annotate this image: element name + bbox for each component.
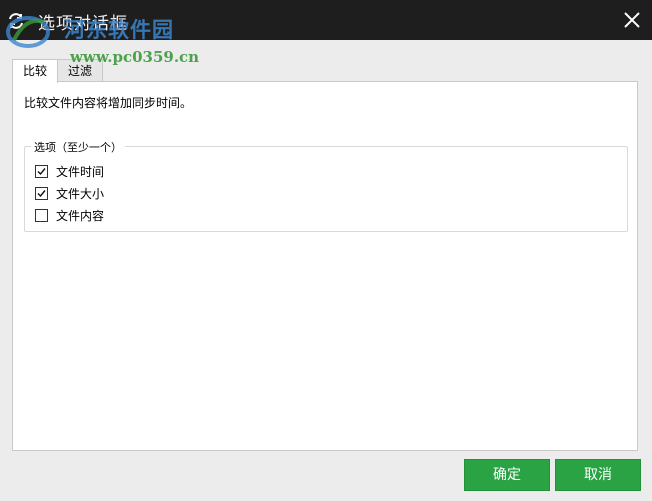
file-size-checkbox[interactable] bbox=[35, 187, 48, 200]
title-bar: 选项对话框 bbox=[0, 0, 652, 40]
check-icon bbox=[37, 190, 46, 198]
window-title: 选项对话框 bbox=[38, 14, 128, 34]
options-group-label: 选项（至少一个） bbox=[31, 139, 125, 155]
options-group: 选项（至少一个） 文件时间 文件大小 文件内容 bbox=[24, 139, 628, 232]
file-time-label: 文件时间 bbox=[56, 165, 105, 179]
close-icon[interactable] bbox=[620, 8, 644, 32]
file-content-label: 文件内容 bbox=[56, 209, 105, 223]
option-file-size[interactable]: 文件大小 bbox=[35, 185, 104, 202]
file-size-label: 文件大小 bbox=[56, 187, 105, 201]
tab-bar: 比较 过滤 bbox=[12, 59, 104, 83]
cancel-button[interactable]: 取消 bbox=[555, 459, 641, 491]
option-file-time[interactable]: 文件时间 bbox=[35, 163, 104, 180]
file-content-checkbox[interactable] bbox=[35, 209, 48, 222]
sync-icon bbox=[9, 13, 23, 29]
ok-button[interactable]: 确定 bbox=[464, 459, 550, 491]
compare-panel: 比较文件内容将增加同步时间。 选项（至少一个） 文件时间 文件大小 文件内容 bbox=[12, 81, 638, 451]
tab-filter[interactable]: 过滤 bbox=[57, 59, 104, 82]
compare-description: 比较文件内容将增加同步时间。 bbox=[24, 96, 193, 110]
option-file-content[interactable]: 文件内容 bbox=[35, 207, 104, 224]
file-time-checkbox[interactable] bbox=[35, 165, 48, 178]
tab-compare[interactable]: 比较 bbox=[12, 59, 59, 83]
check-icon bbox=[37, 168, 46, 176]
